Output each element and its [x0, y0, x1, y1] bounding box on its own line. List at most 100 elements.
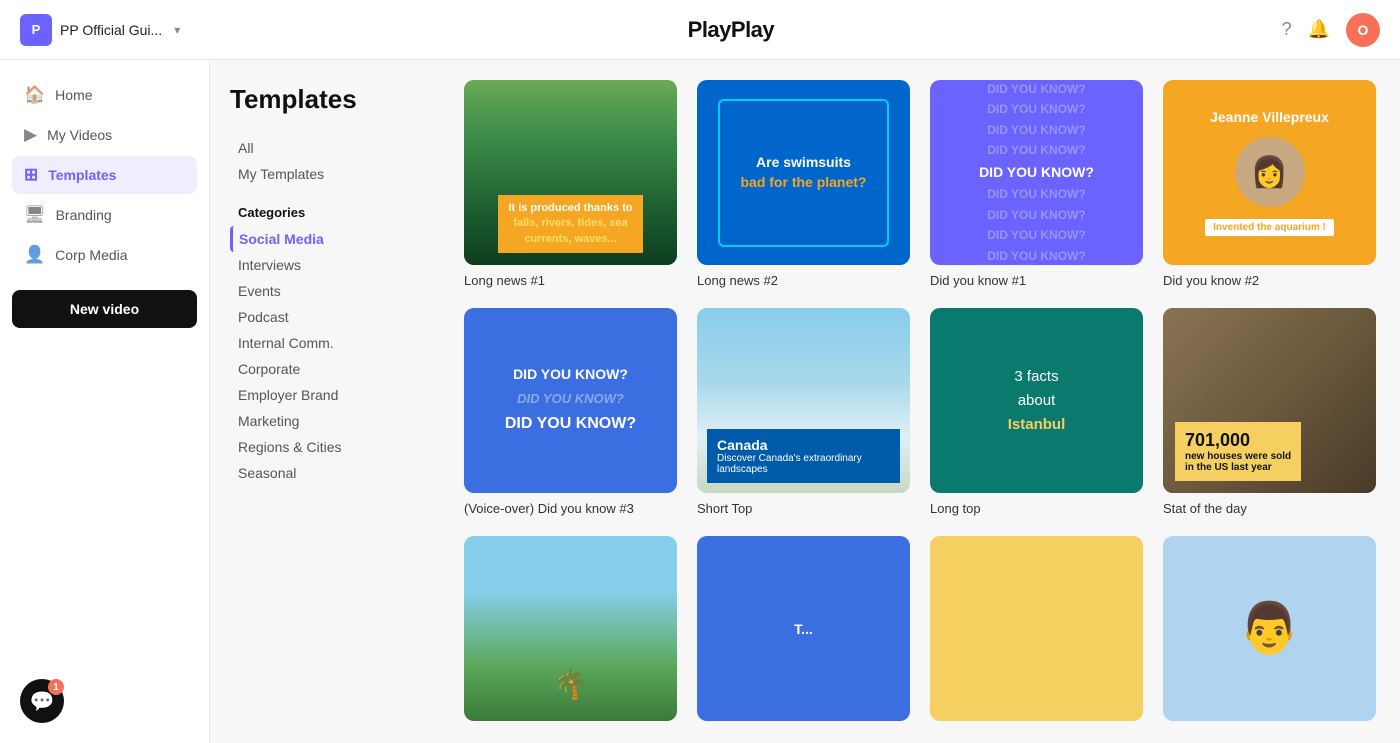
- template-card-placeholder-2[interactable]: T...: [697, 536, 910, 729]
- topbar-left: P PP Official Gui... ▾: [20, 14, 180, 46]
- sidebar-item-label: Templates: [48, 167, 116, 183]
- dyk-text: DID YOU KNOW?DID YOU KNOW?DID YOU KNOW?D…: [979, 80, 1094, 265]
- sidebar-item-label: My Videos: [47, 127, 112, 143]
- person-avatar: 👩: [1235, 137, 1305, 207]
- question-text: Are swimsuitsbad for the planet?: [740, 153, 866, 192]
- template-label: Long top: [930, 501, 1143, 516]
- beach-icon: 🌴: [553, 668, 588, 721]
- company-chevron-icon[interactable]: ▾: [174, 23, 180, 37]
- dyk-line2: DID YOU KNOW?: [505, 387, 636, 410]
- template-thumb-did-you-know-2: Jeanne Villepreux 👩 Invented the aquariu…: [1163, 80, 1376, 265]
- canada-sub: Discover Canada's extraordinary landscap…: [717, 453, 890, 475]
- sub-nav-events[interactable]: Events: [230, 278, 420, 304]
- template-card-long-news-2[interactable]: Are swimsuitsbad for the planet? Long ne…: [697, 80, 910, 288]
- placeholder-text: T...: [794, 621, 813, 637]
- app-logo: PlayPlay: [688, 17, 775, 43]
- person-placeholder-icon: 👨: [1238, 599, 1300, 658]
- sub-nav-corporate[interactable]: Corporate: [230, 356, 420, 382]
- template-card-short-top[interactable]: Canada Discover Canada's extraordinary l…: [697, 308, 910, 516]
- template-thumb-placeholder-1: 🌴: [464, 536, 677, 721]
- sub-nav-interviews[interactable]: Interviews: [230, 252, 420, 278]
- template-card-long-top[interactable]: 3 factsaboutIstanbul Long top: [930, 308, 1143, 516]
- sub-nav-seasonal[interactable]: Seasonal: [230, 460, 420, 486]
- main-layout: 🏠 Home ▶ My Videos ⊞ Templates 🖥 Brandin…: [0, 60, 1400, 743]
- template-label: Long news #2: [697, 273, 910, 288]
- template-thumb-placeholder-4: 👨: [1163, 536, 1376, 721]
- template-thumb-placeholder-3: [930, 536, 1143, 721]
- dyk-line1: DID YOU KNOW?: [505, 362, 636, 387]
- template-thumb-voice-over: DID YOU KNOW? DID YOU KNOW? DID YOU KNOW…: [464, 308, 677, 493]
- chat-bubble[interactable]: 💬 1: [20, 679, 64, 723]
- template-card-voice-over[interactable]: DID YOU KNOW? DID YOU KNOW? DID YOU KNOW…: [464, 308, 677, 516]
- template-card-stat[interactable]: 701,000 new houses were soldin the US la…: [1163, 308, 1376, 516]
- company-avatar[interactable]: P: [20, 14, 52, 46]
- company-name[interactable]: PP Official Gui...: [60, 22, 162, 38]
- chat-badge: 1: [48, 679, 64, 695]
- sub-nav-all[interactable]: All: [230, 135, 420, 161]
- person-name: Jeanne Villepreux: [1210, 109, 1329, 125]
- categories-title: Categories: [230, 205, 420, 220]
- facts-text: 3 factsaboutIstanbul: [1008, 365, 1066, 437]
- template-card-placeholder-4[interactable]: 👨: [1163, 536, 1376, 729]
- canada-box: Canada Discover Canada's extraordinary l…: [707, 429, 900, 483]
- sidebar-item-label: Corp Media: [55, 247, 127, 263]
- grid-icon: ⊞: [24, 165, 38, 185]
- stat-desc: new houses were soldin the US last year: [1185, 451, 1291, 473]
- sub-sidebar: Templates All My Templates Categories So…: [210, 60, 440, 743]
- play-icon: ▶: [24, 125, 37, 145]
- overlay-text: It is produced thanks tofalls, rivers, t…: [498, 195, 642, 253]
- person-subtitle: Invented the aquarium !: [1205, 219, 1334, 236]
- template-card-did-you-know-2[interactable]: Jeanne Villepreux 👩 Invented the aquariu…: [1163, 80, 1376, 288]
- template-label: Stat of the day: [1163, 501, 1376, 516]
- sidebar: 🏠 Home ▶ My Videos ⊞ Templates 🖥 Brandin…: [0, 60, 210, 743]
- sub-nav-podcast[interactable]: Podcast: [230, 304, 420, 330]
- template-card-placeholder-1[interactable]: 🌴: [464, 536, 677, 729]
- user-avatar[interactable]: O: [1346, 13, 1380, 47]
- topbar: P PP Official Gui... ▾ PlayPlay ? 🔔 O: [0, 0, 1400, 60]
- template-thumb-did-you-know-1: DID YOU KNOW?DID YOU KNOW?DID YOU KNOW?D…: [930, 80, 1143, 265]
- template-thumb-long-top: 3 factsaboutIstanbul: [930, 308, 1143, 493]
- notification-icon[interactable]: 🔔: [1308, 19, 1330, 40]
- template-thumb-short-top: Canada Discover Canada's extraordinary l…: [697, 308, 910, 493]
- template-label: Did you know #2: [1163, 273, 1376, 288]
- thumb-inner: Are swimsuitsbad for the planet?: [718, 99, 888, 247]
- template-card-long-news-1[interactable]: It is produced thanks tofalls, rivers, t…: [464, 80, 677, 288]
- sub-nav-employer-brand[interactable]: Employer Brand: [230, 382, 420, 408]
- stat-number: 701,000: [1185, 430, 1291, 451]
- sub-nav-marketing[interactable]: Marketing: [230, 408, 420, 434]
- sub-nav-internal-comm[interactable]: Internal Comm.: [230, 330, 420, 356]
- new-video-button[interactable]: New video: [12, 290, 197, 328]
- monitor-icon: 🖥: [24, 205, 46, 225]
- sidebar-item-corp-media[interactable]: 👤 Corp Media: [12, 236, 197, 274]
- categories-section: Categories Social Media Interviews Event…: [230, 205, 420, 486]
- page-title: Templates: [230, 84, 420, 115]
- help-icon[interactable]: ?: [1282, 19, 1292, 40]
- home-icon: 🏠: [24, 85, 45, 105]
- stat-box: 701,000 new houses were soldin the US la…: [1175, 422, 1301, 481]
- content-area: Templates All My Templates Categories So…: [210, 60, 1400, 743]
- template-label: Did you know #1: [930, 273, 1143, 288]
- dyk-line3: DID YOU KNOW?: [505, 410, 636, 439]
- template-thumb-stat: 701,000 new houses were soldin the US la…: [1163, 308, 1376, 493]
- template-thumb-placeholder-2: T...: [697, 536, 910, 721]
- template-card-did-you-know-1[interactable]: DID YOU KNOW?DID YOU KNOW?DID YOU KNOW?D…: [930, 80, 1143, 288]
- sidebar-item-home[interactable]: 🏠 Home: [12, 76, 197, 114]
- sub-nav-my-templates[interactable]: My Templates: [230, 161, 420, 187]
- dyk-stack: DID YOU KNOW? DID YOU KNOW? DID YOU KNOW…: [505, 362, 636, 439]
- canada-title: Canada: [717, 437, 890, 453]
- sidebar-item-my-videos[interactable]: ▶ My Videos: [12, 116, 197, 154]
- user-icon: 👤: [24, 245, 45, 265]
- template-label: (Voice-over) Did you know #3: [464, 501, 677, 516]
- sidebar-item-label: Home: [55, 87, 92, 103]
- sidebar-item-label: Branding: [56, 207, 112, 223]
- sub-nav-regions-cities[interactable]: Regions & Cities: [230, 434, 420, 460]
- template-label: Long news #1: [464, 273, 677, 288]
- templates-grid-area: It is produced thanks tofalls, rivers, t…: [440, 60, 1400, 743]
- sidebar-item-branding[interactable]: 🖥 Branding: [12, 196, 197, 234]
- template-label: Short Top: [697, 501, 910, 516]
- template-thumb-long-news-1: It is produced thanks tofalls, rivers, t…: [464, 80, 677, 265]
- sidebar-item-templates[interactable]: ⊞ Templates: [12, 156, 197, 194]
- sub-nav-social-media[interactable]: Social Media: [230, 226, 420, 252]
- topbar-right: ? 🔔 O: [1282, 13, 1380, 47]
- template-card-placeholder-3[interactable]: [930, 536, 1143, 729]
